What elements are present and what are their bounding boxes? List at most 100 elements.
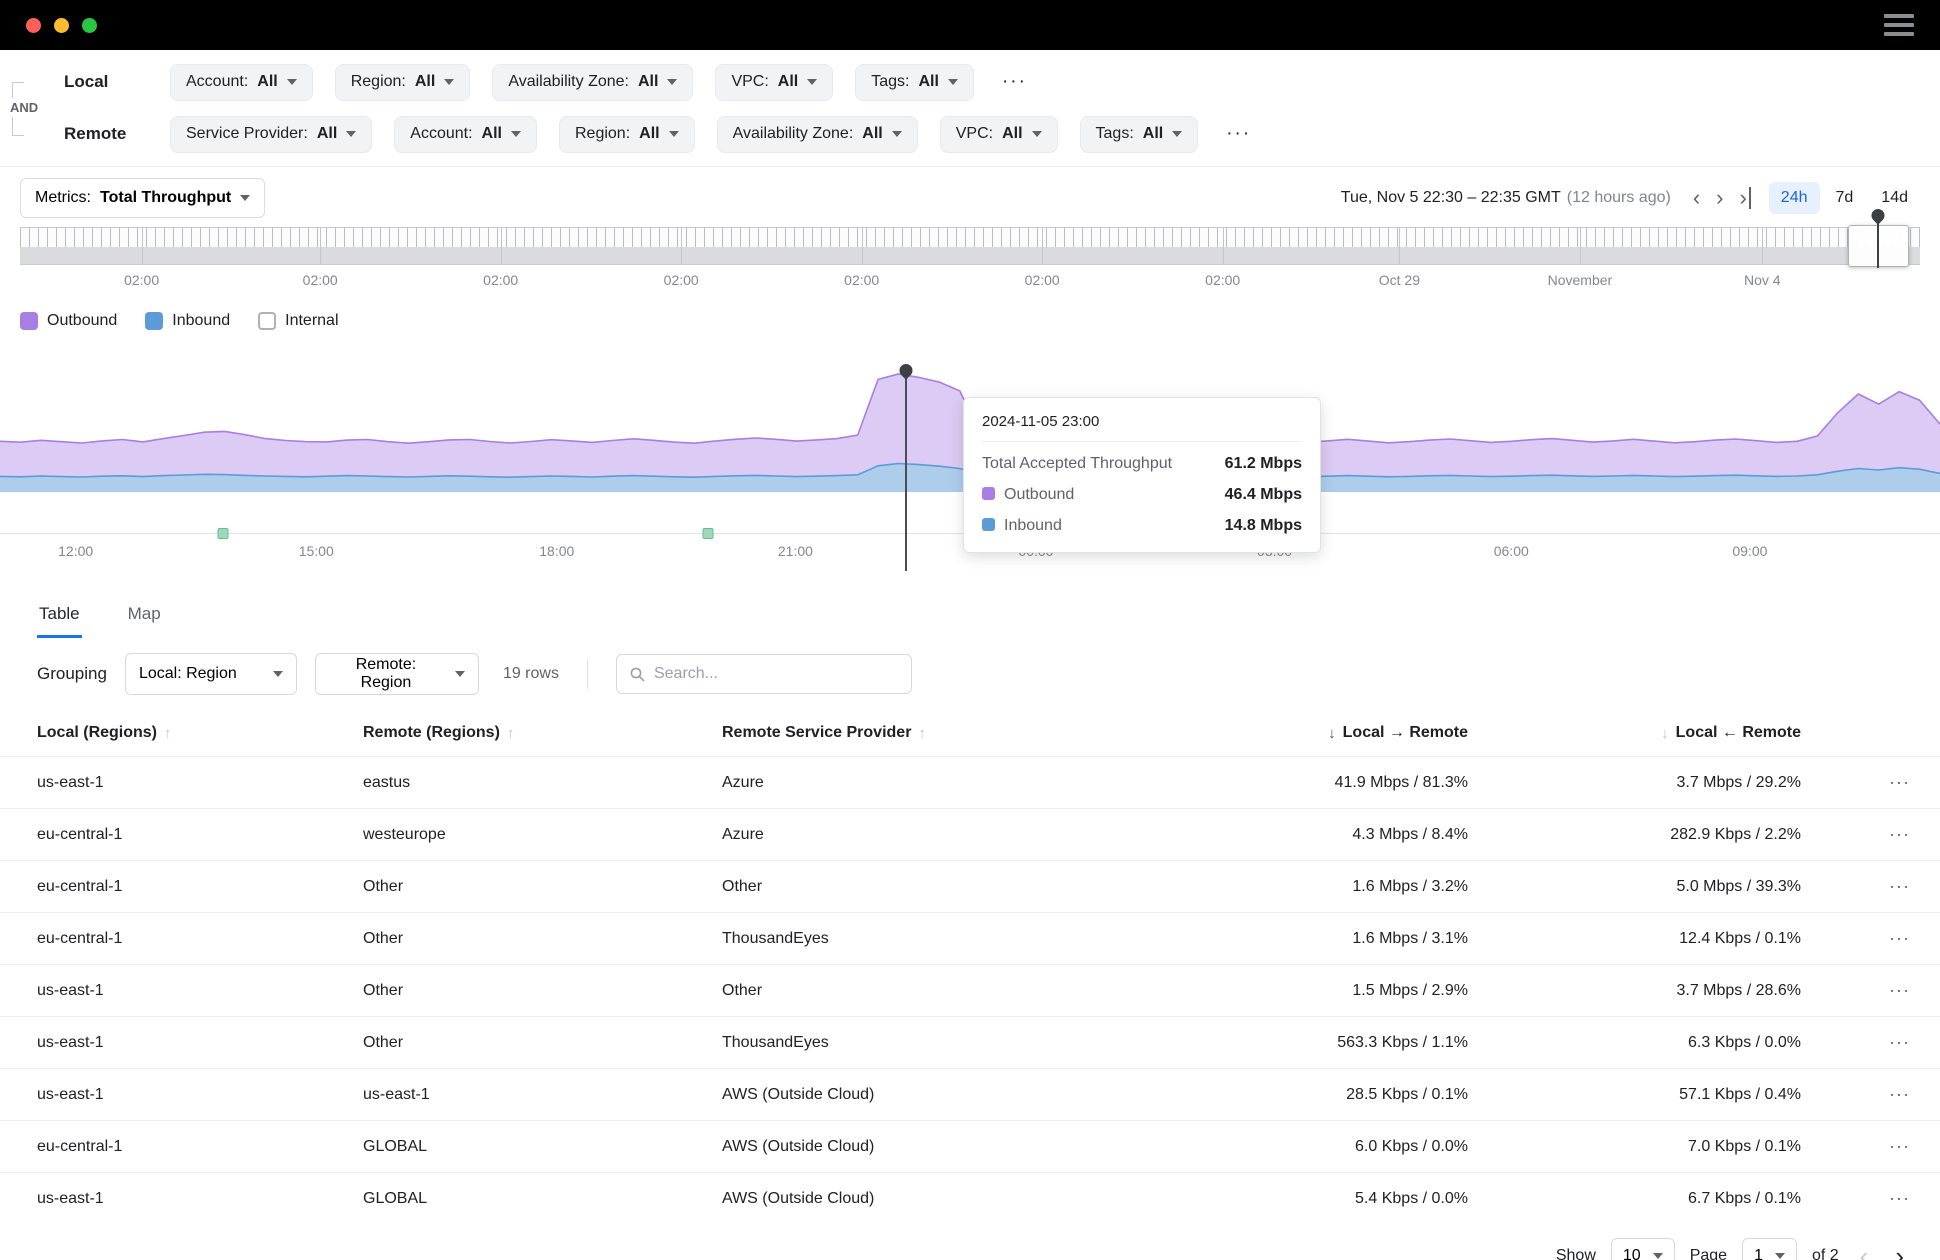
scrubber-marker[interactable] xyxy=(1868,206,1888,268)
chip-value: All xyxy=(639,125,660,142)
table-row[interactable]: us-east-1 us-east-1 AWS (Outside Cloud) 28.… xyxy=(0,1068,1940,1120)
column-header[interactable]: ↓ Local ← Remote xyxy=(1468,724,1801,742)
table-row[interactable]: us-east-1 Other ThousandEyes 563.3 Kbps / 1… xyxy=(0,1016,1940,1068)
metrics-value: Total Throughput xyxy=(100,189,232,206)
metrics-label: Metrics: xyxy=(35,189,91,206)
scrubber-labels: 02:00 02:00 02:00 02:00 02:00 02:00 02:00 Oct 2… xyxy=(20,265,1920,293)
legend-checkbox[interactable] xyxy=(145,312,164,330)
table-cell: GLOBAL xyxy=(363,1137,428,1155)
tab-map[interactable]: Map xyxy=(126,595,163,638)
filter-chip-remote[interactable]: Account: All xyxy=(394,115,537,153)
legend-item-outbound[interactable]: Outbound xyxy=(20,312,117,330)
annotation-marker[interactable] xyxy=(217,528,229,539)
chip-value: All xyxy=(257,73,278,90)
row-actions-button[interactable]: ··· xyxy=(1801,1084,1940,1105)
filter-chip-remote[interactable]: Service Provider: All xyxy=(170,115,373,153)
row-actions-button[interactable]: ··· xyxy=(1801,928,1940,949)
search-input[interactable] xyxy=(653,665,899,683)
minimize-window-button[interactable] xyxy=(54,17,69,33)
annotation-marker[interactable] xyxy=(702,528,714,539)
row-actions-button[interactable]: ··· xyxy=(1801,772,1940,793)
x-axis-label: 06:00 xyxy=(1493,543,1529,559)
jump-to-latest-icon[interactable]: › xyxy=(1739,187,1751,209)
range-buttons: 24h 7d 14d xyxy=(1768,182,1920,214)
table-row[interactable]: us-east-1 GLOBAL AWS (Outside Cloud) 5.4 Kb… xyxy=(0,1172,1940,1224)
divider xyxy=(586,659,588,689)
range-button-24h[interactable]: 24h xyxy=(1768,182,1820,214)
legend-checkbox[interactable] xyxy=(258,312,277,330)
local-filters-label: Local xyxy=(64,72,109,91)
filter-chip-local[interactable]: Availability Zone: All xyxy=(492,63,694,101)
column-header[interactable]: Remote (Regions) ↑ xyxy=(363,724,722,742)
tab-table[interactable]: Table xyxy=(37,595,82,638)
window-controls xyxy=(26,17,97,33)
filter-chip-local[interactable]: Region: All xyxy=(334,63,471,101)
filter-chip-remote[interactable]: Tags: All xyxy=(1079,115,1199,153)
time-ago-label: (12 hours ago) xyxy=(1566,189,1671,206)
table-row[interactable]: eu-central-1 westeurope Azure 4.3 Mbps / 8.… xyxy=(0,808,1940,860)
close-window-button[interactable] xyxy=(26,17,41,33)
zoom-window-button[interactable] xyxy=(82,17,97,33)
column-header[interactable]: Remote Service Provider ↑ xyxy=(722,724,1102,742)
window-titlebar xyxy=(0,0,1940,50)
table-row[interactable]: us-east-1 eastus Azure 41.9 Mbps / 81.3% 3.7… xyxy=(0,756,1940,808)
next-page-icon[interactable]: › xyxy=(1889,1243,1910,1260)
view-tabs: Table Map xyxy=(0,595,1940,638)
table-cell: 57.1 Kbps / 0.4% xyxy=(1679,1085,1801,1103)
range-button-7d[interactable]: 7d xyxy=(1824,182,1866,214)
filter-chip-local[interactable]: VPC: All xyxy=(715,63,834,101)
previous-page-icon[interactable]: ‹ xyxy=(1854,1243,1875,1260)
chart-marker[interactable] xyxy=(896,361,916,571)
previous-window-icon[interactable]: ‹ xyxy=(1693,187,1700,209)
row-actions-button[interactable]: ··· xyxy=(1801,1032,1940,1053)
scrubber-track[interactable] xyxy=(20,206,1920,268)
scrubber-day-tick xyxy=(1042,228,1044,264)
more-filters-button[interactable]: ··· xyxy=(1220,119,1257,149)
chip-value: All xyxy=(316,125,338,142)
scrubber-date-label: 02:00 xyxy=(663,272,699,288)
table-cell: AWS (Outside Cloud) xyxy=(722,1137,875,1155)
scrubber-date-label: November xyxy=(1547,272,1613,288)
table-row[interactable]: eu-central-1 Other Other 1.6 Mbps / 3.2% 5.0… xyxy=(0,860,1940,912)
filter-chip-remote[interactable]: Availability Zone: All xyxy=(716,115,918,153)
chevron-down-icon xyxy=(1774,1253,1785,1259)
column-header[interactable]: Local (Regions) ↑ xyxy=(37,724,363,742)
row-actions-button[interactable]: ··· xyxy=(1801,1136,1940,1157)
table-body: us-east-1 eastus Azure 41.9 Mbps / 81.3% 3.7… xyxy=(0,756,1940,1224)
grouping-label: Grouping xyxy=(37,664,107,683)
row-actions-button[interactable]: ··· xyxy=(1801,876,1940,897)
table-cell: 282.9 Kbps / 2.2% xyxy=(1670,825,1801,843)
table-row[interactable]: us-east-1 Other Other 1.5 Mbps / 2.9% 3.7 Mb… xyxy=(0,964,1940,1016)
menu-icon[interactable] xyxy=(1884,14,1914,36)
next-window-icon[interactable]: › xyxy=(1716,187,1723,209)
chip-value: All xyxy=(637,73,659,90)
table-cell: 3.7 Mbps / 29.2% xyxy=(1676,773,1801,791)
filter-chip-local[interactable]: Account: All xyxy=(170,63,313,101)
row-actions-button[interactable]: ··· xyxy=(1801,980,1940,1001)
table-cell: 7.0 Kbps / 0.1% xyxy=(1688,1137,1801,1155)
table-cell: 12.4 Kbps / 0.1% xyxy=(1679,929,1801,947)
page-size-dropdown[interactable]: 10 xyxy=(1610,1238,1675,1260)
chip-value: All xyxy=(414,73,436,90)
column-header[interactable]: ↓ Local → Remote xyxy=(1102,724,1468,742)
table-row[interactable]: eu-central-1 GLOBAL AWS (Outside Cloud) 6.0… xyxy=(0,1120,1940,1172)
filter-chip-local[interactable]: Tags: All xyxy=(855,63,974,101)
filter-chip-remote[interactable]: VPC: All xyxy=(939,115,1058,153)
legend-item-internal[interactable]: Internal xyxy=(258,312,339,330)
legend-checkbox[interactable] xyxy=(20,312,38,330)
chart-tooltip: 2024-11-05 23:00 Total Accepted Throughp… xyxy=(963,397,1321,553)
legend-item-inbound[interactable]: Inbound xyxy=(145,312,230,330)
page-number-dropdown[interactable]: 1 xyxy=(1742,1238,1797,1260)
tooltip-row: Inbound 14.8 Mbps xyxy=(982,517,1302,535)
row-actions-button[interactable]: ··· xyxy=(1801,1188,1940,1209)
remote-grouping-dropdown[interactable]: Remote: Region xyxy=(314,653,479,695)
more-filters-button[interactable]: ··· xyxy=(996,67,1033,97)
filter-chip-remote[interactable]: Region: All xyxy=(559,115,695,153)
local-grouping-dropdown[interactable]: Local: Region xyxy=(124,653,297,695)
metrics-dropdown[interactable]: Metrics: Total Throughput xyxy=(20,178,266,218)
x-axis-label: 21:00 xyxy=(777,543,813,559)
row-actions-button[interactable]: ··· xyxy=(1801,824,1940,845)
table-row[interactable]: eu-central-1 Other ThousandEyes 1.6 Mbps / … xyxy=(0,912,1940,964)
search-icon xyxy=(630,667,645,682)
table-cell: GLOBAL xyxy=(363,1189,428,1207)
